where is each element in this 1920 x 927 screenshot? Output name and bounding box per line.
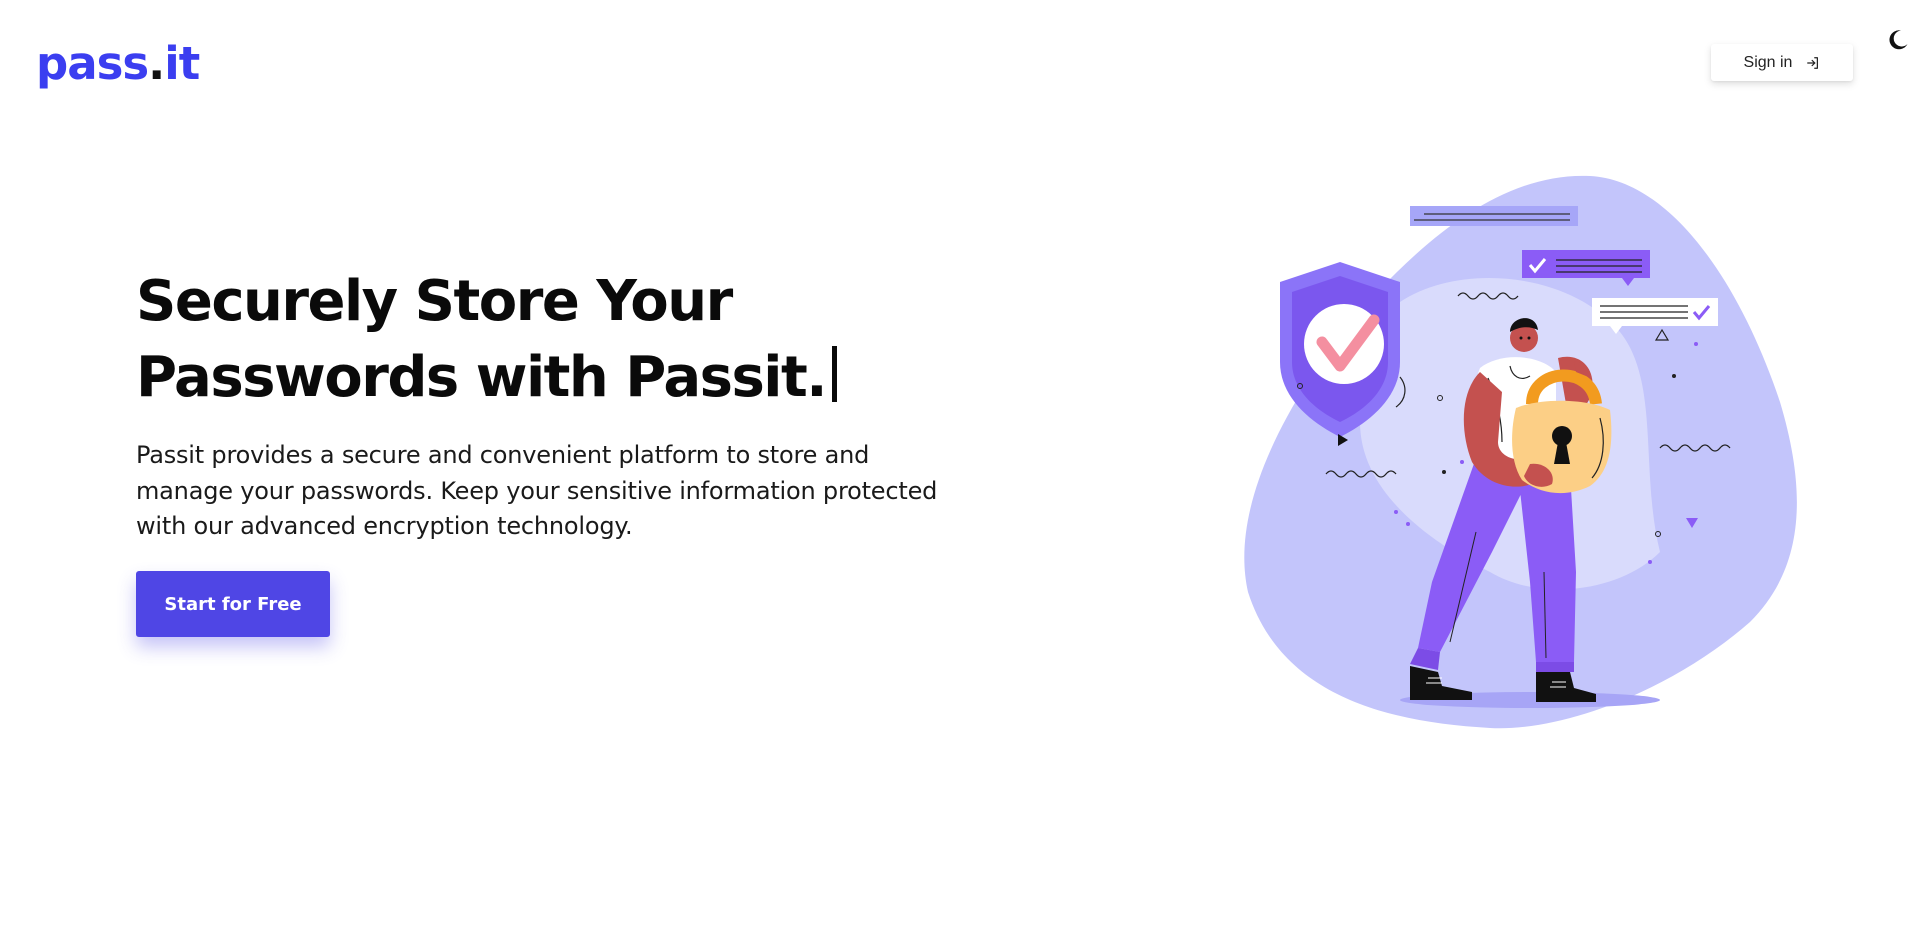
sign-in-label: Sign in [1743, 53, 1793, 71]
security-illustration [1244, 175, 1797, 729]
hero-headline: Securely Store Your Passwords with Passi… [136, 264, 1036, 416]
sign-in-icon [1807, 56, 1819, 69]
headline-line-2: Passwords with Passit. [136, 345, 828, 410]
moon-icon[interactable] [1886, 28, 1910, 52]
start-for-free-button[interactable]: Start for Free [136, 571, 330, 637]
logo[interactable]: pass.it [36, 36, 200, 92]
headline-line-1: Securely Store Your [136, 269, 733, 334]
logo-tail: it [164, 37, 200, 90]
typing-cursor [832, 346, 838, 402]
hero-description: Passit provides a secure and convenient … [136, 441, 938, 540]
top-card [1410, 206, 1578, 226]
sign-in-button[interactable]: Sign in [1711, 44, 1853, 81]
logo-main: pass [36, 37, 149, 90]
logo-dot: . [148, 37, 165, 90]
landing-page: pass.it Sign in Securely Store Your Pass… [0, 0, 1920, 927]
